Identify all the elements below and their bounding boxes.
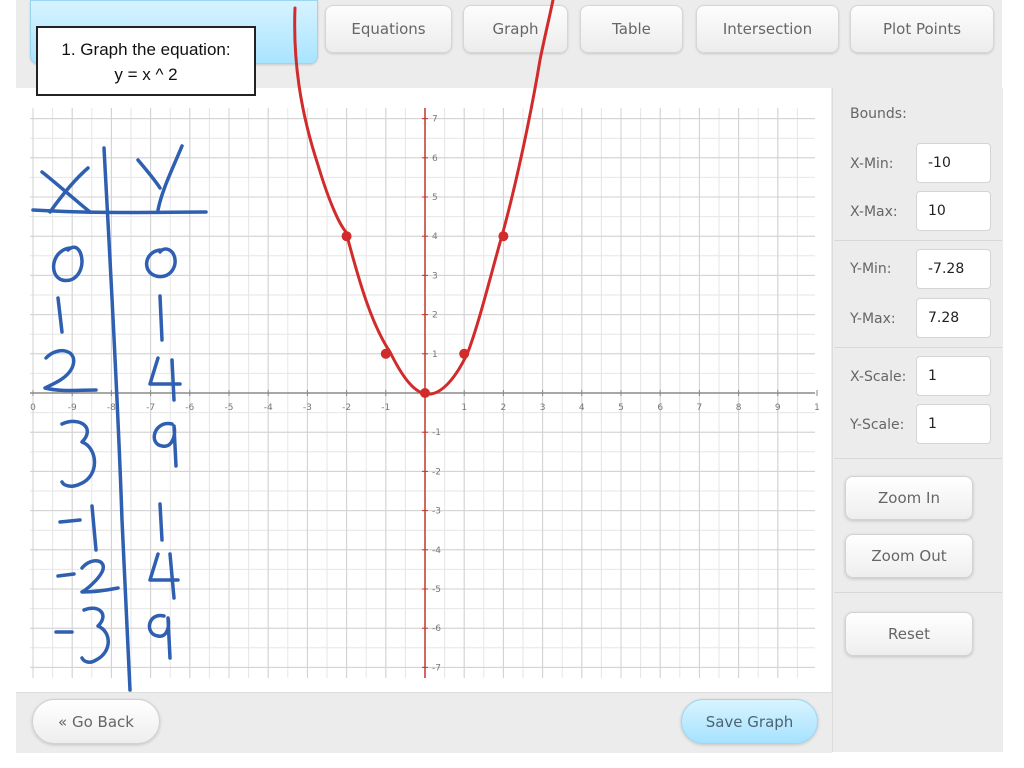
plotted-point — [459, 348, 470, 359]
digit-x-neg3 — [54, 606, 110, 664]
y-header — [136, 144, 184, 212]
digit-y-4b — [148, 552, 180, 600]
plotted-point — [498, 231, 509, 242]
digit-y-1 — [158, 294, 164, 342]
digit-x-neg2 — [56, 559, 120, 594]
plotted-points-group — [341, 231, 509, 398]
digit-y-1b — [158, 502, 164, 542]
digit-y-9 — [152, 421, 178, 468]
parabola-curve — [293, 0, 555, 396]
digit-y-4 — [148, 356, 182, 402]
digit-x-2 — [43, 348, 98, 393]
digit-x-neg1 — [58, 504, 98, 552]
digit-y-9b — [147, 613, 172, 660]
x-header — [40, 166, 92, 214]
table-horizontal-divider — [31, 208, 208, 215]
handwriting-layer — [31, 0, 555, 692]
digit-x-3 — [60, 419, 97, 488]
plotted-point — [341, 231, 352, 242]
plotted-point — [420, 388, 430, 398]
digit-x-0 — [51, 245, 84, 283]
plotted-point — [380, 348, 391, 359]
digit-x-1 — [56, 296, 64, 334]
table-vertical-divider — [102, 146, 132, 692]
digit-y-0 — [145, 247, 177, 279]
